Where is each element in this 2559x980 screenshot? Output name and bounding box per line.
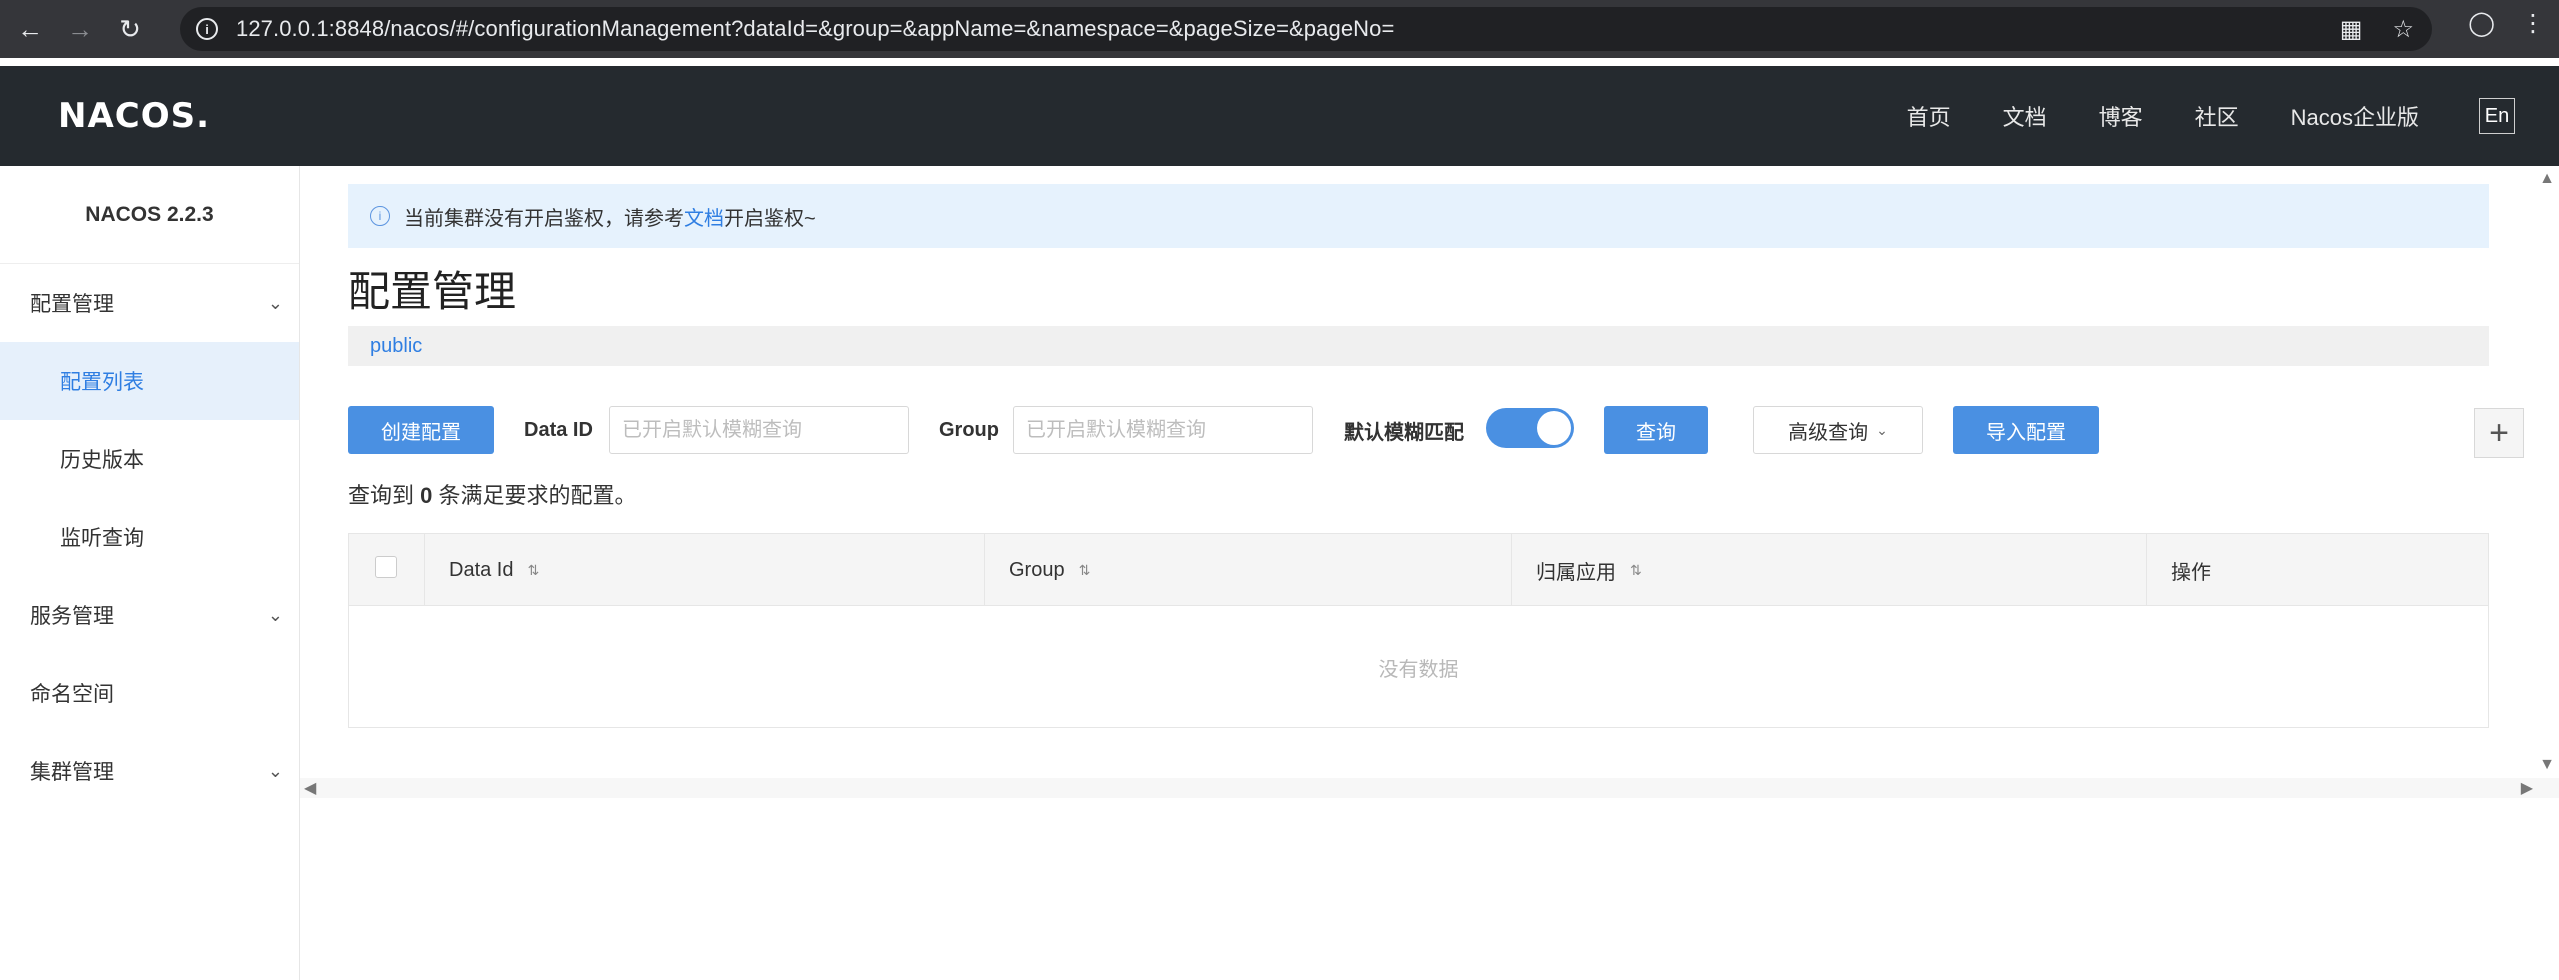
horizontal-scrollbar[interactable]: ◀ ▶	[300, 778, 2559, 798]
auth-alert: i 当前集群没有开启鉴权，请参考文档开启鉴权~	[348, 184, 2489, 248]
filter-row: 创建配置 Data ID Group 默认模糊匹配 查询 高级查询 ⌄ 导入配置…	[348, 406, 2524, 458]
sidebar-item-namespace[interactable]: 命名空间	[0, 654, 299, 732]
info-icon: i	[370, 206, 390, 226]
chevron-down-icon: ⌄	[267, 604, 283, 625]
nav-community[interactable]: 社区	[2195, 100, 2239, 132]
sort-icon[interactable]: ⇅	[527, 562, 539, 579]
fuzzy-match-toggle[interactable]	[1486, 408, 1574, 448]
menu-icon[interactable]: ⋮	[2521, 9, 2545, 38]
table-header: Data Id ⇅ Group ⇅ 归属应用 ⇅ 操作	[349, 534, 2488, 606]
sort-icon[interactable]: ⇅	[1630, 562, 1642, 579]
sidebar: NACOS 2.2.3 配置管理 ⌄ 配置列表 历史版本 监听查询 服务管理 ⌄…	[0, 166, 300, 980]
chevron-down-icon: ⌄	[1876, 421, 1888, 438]
column-app[interactable]: 归属应用 ⇅	[1512, 534, 2147, 606]
sidebar-item-config-list[interactable]: 配置列表	[0, 342, 299, 420]
select-all-checkbox[interactable]	[375, 556, 397, 578]
nacos-logo[interactable]: NACOS.	[58, 96, 210, 136]
docs-link[interactable]: 文档	[684, 208, 724, 230]
empty-state: 没有数据	[1378, 658, 1459, 681]
address-bar[interactable]: i 127.0.0.1:8848/nacos/#/configurationMa…	[180, 7, 2432, 51]
nav-home[interactable]: 首页	[1907, 100, 1951, 132]
translate-icon[interactable]: ▦	[2340, 15, 2363, 44]
sidebar-item-service-management[interactable]: 服务管理 ⌄	[0, 576, 299, 654]
namespace-bar: public	[348, 326, 2489, 366]
select-all-cell	[349, 534, 425, 606]
profile-icon[interactable]: ◯	[2468, 9, 2495, 38]
result-summary: 查询到 0 条满足要求的配置。	[348, 483, 637, 508]
sort-icon[interactable]: ⇅	[1079, 562, 1091, 579]
version-label: NACOS 2.2.3	[0, 166, 299, 264]
create-config-button[interactable]: 创建配置	[348, 406, 494, 454]
nav-enterprise[interactable]: Nacos企业版	[2291, 100, 2419, 132]
alert-text: 当前集群没有开启鉴权，请参考文档开启鉴权~	[404, 207, 816, 230]
fuzzy-match-label: 默认模糊匹配	[1344, 421, 1464, 444]
scroll-up-icon[interactable]: ▲	[2539, 170, 2555, 188]
nav-docs[interactable]: 文档	[2003, 100, 2047, 132]
back-icon[interactable]: ←	[10, 9, 50, 49]
config-table: Data Id ⇅ Group ⇅ 归属应用 ⇅ 操作 没有数据	[348, 533, 2489, 728]
bookmark-star-icon[interactable]: ☆	[2392, 15, 2414, 44]
scroll-down-icon[interactable]: ▼	[2539, 756, 2555, 774]
site-info-icon[interactable]: i	[196, 18, 218, 40]
top-nav: 首页 文档 博客 社区 Nacos企业版 En	[1907, 66, 2559, 166]
column-group[interactable]: Group ⇅	[985, 534, 1512, 606]
sidebar-item-label: 监听查询	[60, 527, 144, 550]
sidebar-item-label: 服务管理	[30, 605, 114, 628]
advanced-query-label: 高级查询	[1788, 421, 1869, 444]
sidebar-item-label: 命名空间	[30, 683, 114, 706]
scroll-left-icon[interactable]: ◀	[304, 778, 316, 798]
sidebar-item-label: 集群管理	[30, 761, 114, 784]
column-actions: 操作	[2171, 561, 2211, 584]
dataid-input[interactable]	[609, 406, 909, 454]
main-content: i 当前集群没有开启鉴权，请参考文档开启鉴权~ 配置管理 public 创建配置…	[300, 166, 2559, 980]
forward-icon[interactable]: →	[60, 9, 100, 49]
sidebar-item-history[interactable]: 历史版本	[0, 420, 299, 498]
group-input[interactable]	[1013, 406, 1313, 454]
plus-icon[interactable]: +	[2474, 408, 2524, 458]
language-toggle[interactable]: En	[2479, 98, 2515, 134]
chevron-down-icon: ⌄	[267, 760, 283, 781]
sidebar-item-cluster-management[interactable]: 集群管理 ⌄	[0, 732, 299, 810]
nav-blog[interactable]: 博客	[2099, 100, 2143, 132]
import-config-button[interactable]: 导入配置	[1953, 406, 2099, 454]
query-button[interactable]: 查询	[1604, 406, 1708, 454]
toggle-knob	[1537, 411, 1571, 445]
namespace-public[interactable]: public	[370, 335, 422, 358]
browser-toolbar: ← → ↻ i 127.0.0.1:8848/nacos/#/configura…	[0, 0, 2559, 58]
column-dataid[interactable]: Data Id ⇅	[425, 534, 985, 606]
group-label: Group	[939, 418, 999, 441]
dataid-label: Data ID	[524, 418, 593, 441]
sidebar-item-config-management[interactable]: 配置管理 ⌄	[0, 264, 299, 342]
sidebar-item-label: 历史版本	[60, 449, 144, 472]
scroll-right-icon[interactable]: ▶	[2521, 778, 2533, 798]
chevron-down-icon: ⌄	[267, 292, 283, 313]
reload-icon[interactable]: ↻	[110, 9, 150, 49]
url-text[interactable]: 127.0.0.1:8848/nacos/#/configurationMana…	[236, 16, 1394, 42]
result-count: 0	[420, 483, 433, 508]
sidebar-item-listener-query[interactable]: 监听查询	[0, 498, 299, 576]
advanced-query-button[interactable]: 高级查询 ⌄	[1753, 406, 1923, 454]
top-header: NACOS. 首页 文档 博客 社区 Nacos企业版 En	[0, 66, 2559, 166]
sidebar-item-label: 配置管理	[30, 293, 114, 316]
page-title: 配置管理	[348, 268, 517, 315]
sidebar-item-label: 配置列表	[60, 371, 144, 394]
